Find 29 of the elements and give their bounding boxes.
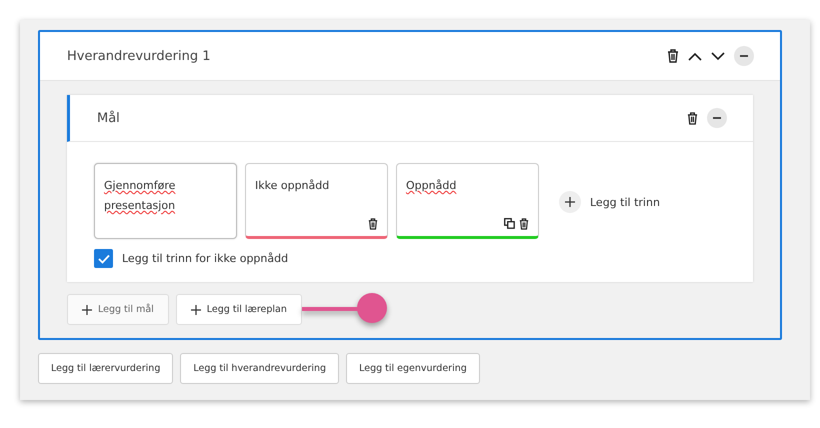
step-card[interactable]: Oppnådd: [396, 163, 539, 239]
step-text: Oppnådd: [406, 179, 456, 192]
checkbox[interactable]: [94, 249, 113, 268]
copy-icon[interactable]: [504, 218, 515, 229]
add-button[interactable]: Legg til læreplan: [176, 294, 302, 325]
trash-icon[interactable]: [687, 112, 698, 124]
plus-icon: [190, 304, 201, 314]
chevron-up-icon[interactable]: [688, 52, 702, 60]
collapse-button[interactable]: [707, 108, 727, 128]
goal-text-field[interactable]: Gjennomføre presentasjon: [94, 163, 237, 239]
plus-icon: [559, 191, 581, 213]
goal-title: Mål: [97, 110, 120, 126]
trash-icon[interactable]: [368, 218, 378, 230]
step-text: Gjennomføre presentasjon: [104, 179, 176, 212]
check-icon: [98, 254, 110, 264]
trash-icon[interactable]: [667, 49, 679, 63]
section-title: Hverandrevurdering 1: [67, 48, 210, 64]
add-assessment-button[interactable]: Legg til lærervurdering: [38, 353, 174, 384]
checkbox-label: Legg til trinn for ikke oppnådd: [122, 252, 288, 265]
step-card[interactable]: Ikke oppnådd: [245, 163, 388, 239]
add-step-button[interactable]: Legg til trinn: [559, 191, 660, 213]
collapse-button[interactable]: [734, 46, 754, 66]
step-text: Ikke oppnådd: [255, 179, 330, 192]
add-assessment-button[interactable]: Legg til hverandrevurdering: [180, 353, 340, 384]
chevron-down-icon[interactable]: [711, 52, 725, 60]
trash-icon[interactable]: [519, 218, 529, 230]
add-button[interactable]: Legg til mål: [67, 294, 169, 325]
add-assessment-button[interactable]: Legg til egenvurdering: [346, 353, 480, 384]
plus-icon: [82, 304, 92, 314]
